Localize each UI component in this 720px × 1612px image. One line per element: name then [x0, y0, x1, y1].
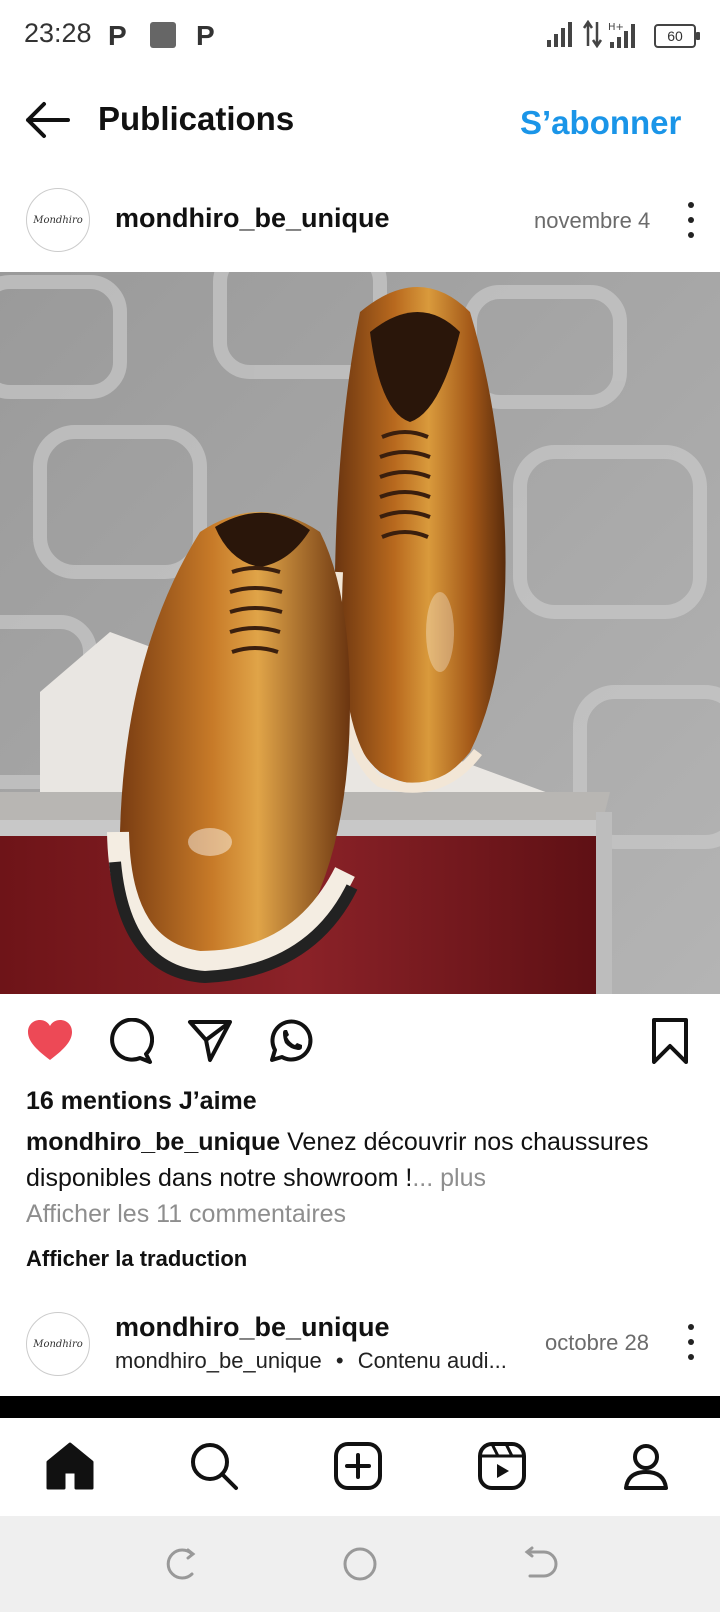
post-caption: mondhiro_be_unique Venez découvrir nos c… — [26, 1124, 706, 1196]
post-username[interactable]: mondhiro_be_unique — [115, 1312, 390, 1343]
p-icon: P — [196, 20, 215, 51]
back-arrow-icon[interactable] — [22, 98, 72, 142]
recent-apps-icon[interactable] — [162, 1546, 198, 1582]
search-icon[interactable] — [188, 1440, 240, 1492]
post-audio-subtitle[interactable]: mondhiro_be_unique • Contenu audi... — [115, 1348, 507, 1374]
post-username[interactable]: mondhiro_be_unique — [115, 203, 390, 234]
caption-username[interactable]: mondhiro_be_unique — [26, 1128, 280, 1156]
bottom-navigation — [0, 1418, 720, 1516]
reels-icon[interactable] — [476, 1440, 528, 1492]
comment-icon[interactable] — [106, 1018, 154, 1064]
more-options-icon[interactable] — [686, 202, 696, 238]
post-image[interactable] — [0, 272, 720, 994]
p-icon: P — [108, 20, 127, 51]
heart-icon[interactable] — [26, 1018, 74, 1064]
profile-icon[interactable] — [620, 1440, 672, 1492]
more-options-icon[interactable] — [686, 1324, 696, 1360]
back-button-icon[interactable] — [522, 1546, 558, 1582]
avatar[interactable]: Mondhiro — [26, 188, 90, 252]
likes-count[interactable]: 16 mentions J’aime — [26, 1087, 257, 1116]
svg-text:H+: H+ — [608, 22, 624, 33]
signal-icon — [547, 22, 572, 47]
status-time: 23:28 — [24, 18, 92, 48]
data-arrows-icon — [582, 20, 603, 48]
system-navigation-bar — [0, 1516, 720, 1612]
avatar[interactable]: Mondhiro — [26, 1312, 90, 1376]
whatsapp-icon[interactable] — [266, 1018, 314, 1064]
page-title: Publications — [98, 100, 295, 137]
bookmark-icon[interactable] — [646, 1018, 694, 1064]
next-post-media-edge — [0, 1396, 720, 1418]
hplus-signal-icon: H+ — [608, 22, 635, 48]
avatar-logo-text: Mondhiro — [33, 1338, 83, 1350]
caption-ellipsis: ... — [412, 1164, 434, 1192]
status-bar: 23:28 P P H+ 60 — [0, 0, 720, 72]
more-link[interactable]: plus — [433, 1164, 486, 1192]
home-button-icon[interactable] — [342, 1546, 378, 1582]
subtitle-text: Contenu audi... — [357, 1348, 507, 1373]
subtitle-user: mondhiro_be_unique — [115, 1348, 322, 1373]
share-icon[interactable] — [186, 1018, 234, 1064]
subtitle-separator: • — [335, 1348, 344, 1373]
photo-notification-icon — [150, 22, 176, 48]
avatar-logo-text: Mondhiro — [33, 214, 83, 226]
translate-link[interactable]: Afficher la traduction — [26, 1246, 247, 1272]
view-comments-link[interactable]: Afficher les 11 commentaires — [26, 1200, 346, 1229]
subscribe-button[interactable]: S’abonner — [520, 104, 681, 142]
post-date: novembre 4 — [534, 208, 651, 233]
home-icon[interactable] — [44, 1440, 96, 1492]
battery-icon: 60 — [654, 24, 700, 48]
post-date: octobre 28 — [545, 1330, 649, 1355]
create-icon[interactable] — [332, 1440, 384, 1492]
